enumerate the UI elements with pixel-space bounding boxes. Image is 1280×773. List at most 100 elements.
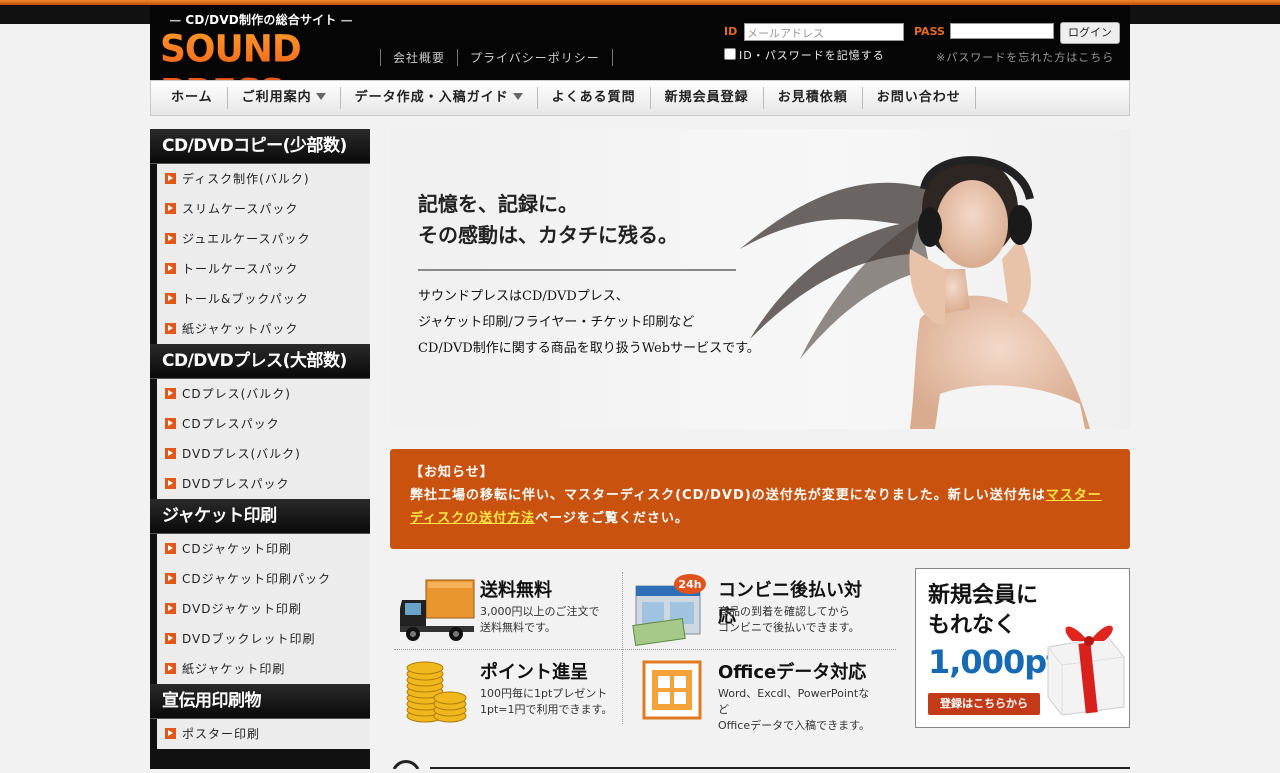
arrow-icon	[165, 543, 176, 554]
hero-headline-line: その感動は、カタチに残る。	[418, 223, 678, 247]
next-section-preview	[390, 754, 1130, 770]
sidebar-item[interactable]: ジュエルケースパック	[157, 224, 370, 254]
sidebar: CD/DVDコピー(少部数) ディスク制作(バルク) スリムケースパック ジュエ…	[150, 129, 370, 769]
feature-desc: 商品の到着を確認してから コンビニで後払いできます。	[718, 605, 860, 634]
site-logo[interactable]: CD/DVD制作の総合サイト SOUND PRESS	[160, 11, 362, 115]
hero-photo	[740, 156, 1090, 429]
email-field[interactable]: メールアドレス	[744, 23, 904, 41]
arrow-icon	[165, 233, 176, 244]
sidebar-item[interactable]: DVDブックレット印刷	[157, 624, 370, 654]
nav-faq[interactable]: よくある質問	[538, 87, 651, 109]
feature-convenience-store[interactable]: 24h コンビニ後払い対応 商品の到着を確認してから コンビニで後払いできます。	[628, 568, 878, 646]
coins-icon	[406, 661, 467, 723]
sidebar-item[interactable]: DVDプレス(バルク)	[157, 439, 370, 469]
sidebar-item[interactable]: DVDプレスパック	[157, 469, 370, 499]
section-header-edge	[392, 760, 1130, 770]
feature-title: Officeデータ対応	[718, 662, 867, 683]
arrow-icon	[165, 448, 176, 459]
nav-guide[interactable]: ご利用案内	[228, 87, 341, 109]
sidebar-item[interactable]: DVDジャケット印刷	[157, 594, 370, 624]
gift-icon	[1047, 625, 1125, 716]
member-promo-banner[interactable]: 新規会員に もれなく 1,000pt 登録はこちらから	[915, 568, 1130, 728]
logo-tagline: CD/DVD制作の総合サイト	[160, 11, 362, 28]
arrow-icon	[165, 173, 176, 184]
remember-label: ID・パスワードを記憶する	[739, 49, 885, 62]
arrow-icon	[165, 633, 176, 644]
dropdown-arrow-icon	[315, 93, 326, 100]
privacy-link[interactable]: プライバシーポリシー	[457, 49, 613, 66]
feature-desc: Word、Excdl、PowerPointなど Officeデータで入稿できます。	[718, 687, 871, 732]
arrow-icon	[165, 603, 176, 614]
arrow-icon	[165, 728, 176, 739]
arrow-icon	[165, 418, 176, 429]
arrow-icon	[165, 323, 176, 334]
arrow-icon	[165, 263, 176, 274]
sidebar-list: ディスク制作(バルク) スリムケースパック ジュエルケースパック トールケースパ…	[157, 164, 370, 344]
badge-24h: 24h	[678, 578, 701, 591]
arrow-icon	[165, 573, 176, 584]
sidebar-item[interactable]: トール&ブックパック	[157, 284, 370, 314]
nav-home[interactable]: ホーム	[151, 87, 228, 109]
notice-title: 【お知らせ】	[410, 465, 494, 480]
office-icon	[642, 660, 702, 720]
feature-desc: 100円毎に1ptプレゼント 1pt=1円で利用できます。	[480, 687, 613, 716]
feature-free-shipping[interactable]: 送料無料 3,000円以上のご注文で 送料無料です。	[390, 568, 640, 646]
feature-points[interactable]: ポイント進呈 100円毎に1ptプレゼント 1pt=1円で利用できます。	[390, 650, 640, 728]
header-links: 会社概要 プライバシーポリシー	[380, 49, 613, 66]
nav-contact[interactable]: お問い合わせ	[863, 87, 976, 109]
arrow-icon	[165, 388, 176, 399]
main-nav: ホーム ご利用案内 データ作成・入稿ガイド よくある質問 新規会員登録 お見積依…	[150, 80, 1130, 116]
hero-banner[interactable]: 記憶を、記録に。 その感動は、カタチに残る。 サウンドプレスはCD/DVDプレス…	[390, 129, 1130, 429]
sidebar-item[interactable]: CDジャケット印刷	[157, 534, 370, 564]
sidebar-item[interactable]: ポスター印刷	[157, 719, 370, 749]
sidebar-heading: ジャケット印刷	[150, 499, 370, 534]
id-label: ID	[724, 25, 738, 38]
hero-headline: 記憶を、記録に。 その感動は、カタチに残る。	[418, 189, 678, 251]
sidebar-item[interactable]: スリムケースパック	[157, 194, 370, 224]
hero-text-line: サウンドプレスはCD/DVDプレス、	[418, 289, 629, 304]
features-grid: 送料無料 3,000円以上のご注文で 送料無料です。 24h コンビニ後払い対応 …	[390, 568, 900, 732]
sidebar-list: ポスター印刷	[157, 719, 370, 749]
feature-title: ポイント進呈	[480, 662, 588, 683]
sidebar-heading: CD/DVDコピー(少部数)	[150, 129, 370, 164]
checkbox-icon[interactable]	[724, 48, 736, 60]
sidebar-item[interactable]: 紙ジャケットパック	[157, 314, 370, 344]
register-button[interactable]: 登録はこちらから	[928, 693, 1040, 715]
store-icon: 24h	[632, 574, 706, 646]
dropdown-arrow-icon	[512, 93, 523, 100]
sidebar-item[interactable]: トールケースパック	[157, 254, 370, 284]
arrow-icon	[165, 663, 176, 674]
login-button[interactable]: ログイン	[1060, 22, 1120, 44]
feature-office-data[interactable]: Officeデータ対応 Word、Excdl、PowerPointなど Offic…	[628, 650, 878, 732]
hero-text-line: CD/DVD制作に関する商品を取り扱うWebサービスです。	[418, 341, 760, 356]
sidebar-item[interactable]: CDジャケット印刷パック	[157, 564, 370, 594]
forgot-password-link[interactable]: ※パスワードを忘れた方はこちら	[936, 49, 1114, 65]
sidebar-list: CDプレス(バルク) CDプレスパック DVDプレス(バルク) DVDプレスパッ…	[157, 379, 370, 499]
feature-desc: 3,000円以上のご注文で 送料無料です。	[480, 605, 600, 634]
company-link[interactable]: 会社概要	[380, 49, 457, 66]
sidebar-list: CDジャケット印刷 CDジャケット印刷パック DVDジャケット印刷 DVDブック…	[157, 534, 370, 684]
notice-text: 弊社工場の移転に伴い、マスターディスク(CD/DVD)の送付先が変更になりました…	[410, 488, 1102, 526]
nav-register[interactable]: 新規会員登録	[651, 87, 764, 109]
sidebar-item[interactable]: ディスク制作(バルク)	[157, 164, 370, 194]
arrow-icon	[165, 478, 176, 489]
hero-text-line: ジャケット印刷/フライヤー・チケット印刷など	[418, 315, 695, 330]
nav-estimate[interactable]: お見積依頼	[764, 87, 863, 109]
nav-data-guide[interactable]: データ作成・入稿ガイド	[341, 87, 538, 109]
truck-icon	[400, 579, 475, 641]
sidebar-heading: CD/DVDプレス(大部数)	[150, 344, 370, 379]
promo-title: 新規会員に もれなく	[928, 583, 1039, 638]
sidebar-item[interactable]: CDプレス(バルク)	[157, 379, 370, 409]
pass-label: PASS	[914, 25, 945, 38]
password-field[interactable]	[950, 23, 1054, 39]
feature-title: 送料無料	[480, 580, 552, 601]
sidebar-item[interactable]: 紙ジャケット印刷	[157, 654, 370, 684]
arrow-icon	[165, 293, 176, 304]
sidebar-item[interactable]: CDプレスパック	[157, 409, 370, 439]
sidebar-heading: 宣伝用印刷物	[150, 684, 370, 719]
arrow-icon	[165, 203, 176, 214]
notice-box: 【お知らせ】 弊社工場の移転に伴い、マスターディスク(CD/DVD)の送付先が変…	[390, 449, 1130, 549]
remember-checkbox[interactable]: ID・パスワードを記憶する	[724, 47, 885, 63]
hero-headline-line: 記憶を、記録に。	[418, 192, 578, 216]
hero-description: サウンドプレスはCD/DVDプレス、 ジャケット印刷/フライヤー・チケット印刷な…	[418, 284, 760, 362]
